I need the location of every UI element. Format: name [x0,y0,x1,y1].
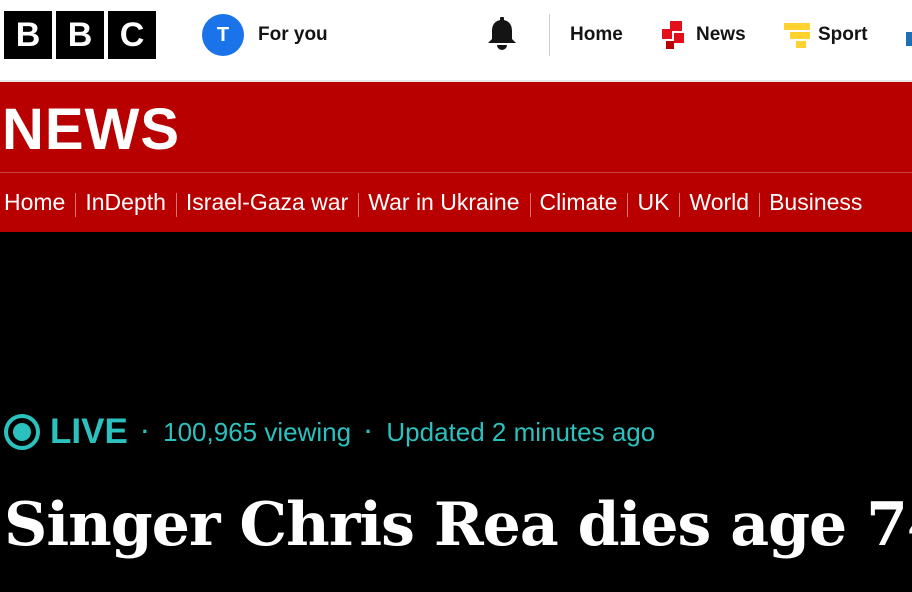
live-hero: LIVE · 100,965 viewing · Updated 2 minut… [0,232,912,592]
bbc-logo-block: C [108,11,156,59]
page-title: Singer Chris Rea dies age 74 [4,490,912,560]
bbc-top-bar: B B C T For you Home News Sport [0,0,912,82]
news-header: NEWS Home InDepth Israel-Gaza war War in… [0,82,912,232]
more-link-icon[interactable] [906,32,912,46]
nav-item-climate[interactable]: Climate [529,189,628,217]
viewer-count: 100,965 viewing [163,416,352,447]
top-link-label: Home [570,24,623,45]
for-you-label: For you [258,24,328,45]
bbc-logo-block: B [4,11,52,59]
top-link-sport[interactable]: Sport [784,18,868,52]
updated-time: Updated 2 minutes ago [386,416,656,447]
bbc-logo[interactable]: B B C [4,11,156,59]
live-status-bar: LIVE · 100,965 viewing · Updated 2 minut… [4,412,655,452]
top-link-home[interactable]: Home [570,18,623,52]
nav-item-uk[interactable]: UK [627,189,679,217]
header-separator [0,172,912,173]
bbc-logo-block: B [56,11,104,59]
live-indicator-icon [4,414,40,450]
nav-item-home[interactable]: Home [0,189,75,216]
top-link-label: News [696,24,746,45]
live-label: LIVE [50,412,128,451]
nav-item-world[interactable]: World [679,189,759,217]
notifications-bell-icon[interactable] [484,16,520,52]
nav-item-indepth[interactable]: InDepth [75,189,176,217]
separator-dot: · [141,419,150,444]
nav-item-war-in-ukraine[interactable]: War in Ukraine [358,189,529,217]
nav-item-israel-gaza-war[interactable]: Israel-Gaza war [175,189,358,217]
top-link-label: Sport [818,24,868,45]
sport-icon [784,23,810,48]
news-logo[interactable]: NEWS [2,96,180,163]
separator-dot: · [365,419,373,444]
top-link-news[interactable]: News [662,18,746,52]
top-bar-divider [549,14,550,56]
for-you-link[interactable]: T For you [202,14,328,56]
news-icon [662,21,684,49]
avatar: T [202,14,244,56]
section-nav: Home InDepth Israel-Gaza war War in Ukra… [0,174,872,230]
nav-item-business[interactable]: Business [759,189,872,217]
